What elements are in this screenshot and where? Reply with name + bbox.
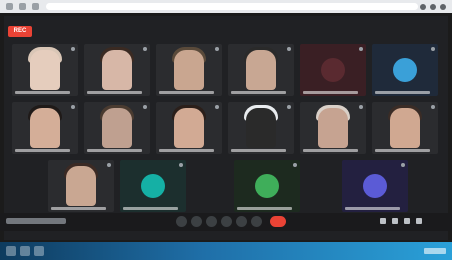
- participant-avatar: [321, 58, 345, 82]
- browser-toolbar: [0, 0, 452, 13]
- participant-tile[interactable]: [228, 44, 294, 96]
- search-icon[interactable]: [20, 246, 30, 256]
- mic-off-icon: [143, 47, 147, 51]
- mic-off-icon: [71, 47, 75, 51]
- participant-face: [246, 108, 276, 148]
- mic-off-icon: [359, 47, 363, 51]
- people-icon[interactable]: [392, 218, 398, 224]
- participant-tile[interactable]: [372, 44, 438, 96]
- start-icon[interactable]: [6, 246, 16, 256]
- profile-icon[interactable]: [430, 4, 436, 10]
- participant-name: [345, 207, 400, 210]
- participant-face: [318, 108, 348, 148]
- back-icon[interactable]: [6, 3, 13, 10]
- participant-name: [375, 91, 430, 94]
- end-call-icon[interactable]: [270, 216, 286, 227]
- participant-name: [123, 207, 178, 210]
- participant-tile[interactable]: [342, 160, 408, 212]
- participant-face: [102, 50, 132, 90]
- participant-tile[interactable]: [48, 160, 114, 212]
- mic-off-icon: [71, 105, 75, 109]
- present-icon[interactable]: [236, 216, 247, 227]
- participant-name: [303, 149, 358, 152]
- participant-face: [30, 50, 60, 90]
- meeting-details[interactable]: [6, 218, 66, 224]
- participant-face: [174, 50, 204, 90]
- raise-hand-icon[interactable]: [221, 216, 232, 227]
- recording-indicator: REC: [8, 26, 32, 37]
- reload-icon[interactable]: [32, 3, 39, 10]
- participant-avatar: [255, 174, 279, 198]
- forward-icon[interactable]: [19, 3, 26, 10]
- mic-off-icon: [431, 47, 435, 51]
- participant-name: [375, 149, 430, 152]
- participant-tile[interactable]: [120, 160, 186, 212]
- mic-off-icon: [293, 163, 297, 167]
- mic-off-icon: [215, 47, 219, 51]
- participant-avatar: [393, 58, 417, 82]
- system-clock: [424, 248, 446, 254]
- participant-tile[interactable]: [156, 44, 222, 96]
- participant-avatar: [363, 174, 387, 198]
- participant-avatar: [141, 174, 165, 198]
- activities-icon[interactable]: [416, 218, 422, 224]
- app-icon[interactable]: [34, 246, 44, 256]
- more-icon[interactable]: [251, 216, 262, 227]
- participant-name: [231, 91, 286, 94]
- participant-name: [159, 149, 214, 152]
- camera-icon[interactable]: [191, 216, 202, 227]
- participant-name: [231, 149, 286, 152]
- participant-tile[interactable]: [372, 102, 438, 154]
- chat-icon[interactable]: [404, 218, 410, 224]
- participant-name: [87, 91, 142, 94]
- extensions-icon[interactable]: [420, 4, 426, 10]
- mic-off-icon: [179, 163, 183, 167]
- participant-tile[interactable]: [228, 102, 294, 154]
- address-bar[interactable]: [46, 3, 418, 10]
- mic-icon[interactable]: [176, 216, 187, 227]
- mic-off-icon: [359, 105, 363, 109]
- mic-off-icon: [287, 47, 291, 51]
- mic-off-icon: [107, 163, 111, 167]
- participant-tile[interactable]: [12, 44, 78, 96]
- participant-tile[interactable]: [156, 102, 222, 154]
- info-icon[interactable]: [380, 218, 386, 224]
- participant-tile[interactable]: [300, 102, 366, 154]
- participant-name: [15, 149, 70, 152]
- participant-face: [390, 108, 420, 148]
- participant-face: [30, 108, 60, 148]
- call-controls-bar: [0, 213, 452, 231]
- participant-name: [51, 207, 106, 210]
- participant-face: [102, 108, 132, 148]
- captions-icon[interactable]: [206, 216, 217, 227]
- participant-tile[interactable]: [300, 44, 366, 96]
- mic-off-icon: [431, 105, 435, 109]
- participant-tile[interactable]: [234, 160, 300, 212]
- participant-tile[interactable]: [12, 102, 78, 154]
- participant-tile[interactable]: [84, 44, 150, 96]
- mic-off-icon: [143, 105, 147, 109]
- participant-face: [246, 50, 276, 90]
- participant-tile[interactable]: [84, 102, 150, 154]
- mic-off-icon: [215, 105, 219, 109]
- participant-name: [159, 91, 214, 94]
- os-taskbar: [0, 242, 452, 260]
- participant-name: [87, 149, 142, 152]
- participant-name: [237, 207, 292, 210]
- participant-name: [303, 91, 358, 94]
- mic-off-icon: [401, 163, 405, 167]
- participant-face: [174, 108, 204, 148]
- mic-off-icon: [287, 105, 291, 109]
- menu-icon[interactable]: [440, 4, 446, 10]
- participant-name: [15, 91, 70, 94]
- participant-face: [66, 166, 96, 206]
- participant-grid: [12, 44, 442, 214]
